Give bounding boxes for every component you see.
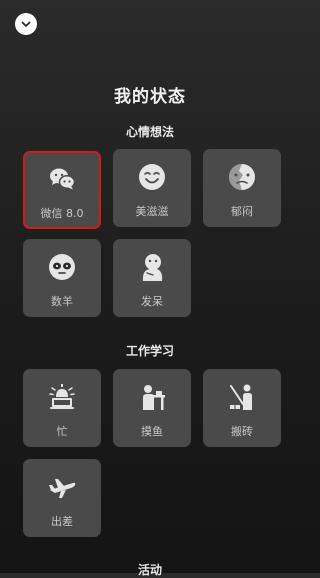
slacking-desk-icon [143,385,165,410]
status-tile-happy[interactable]: 美滋滋 [113,149,191,227]
tile-label: 微信 8.0 [40,207,84,220]
tile-label: 忙 [56,425,68,438]
brick-carrying-icon [230,384,252,410]
alarm-laptop-icon [49,384,75,409]
zoned-out-icon [142,254,163,281]
status-tile-brick-moving[interactable]: 搬砖 [203,369,281,447]
chat-bubbles-icon [50,168,76,190]
page-title: 我的状态 [114,87,186,107]
collapse-button[interactable] [15,13,37,35]
sheep-icon [49,254,75,280]
status-tile-gloomy[interactable]: 郁闷 [203,149,281,227]
status-tile-business-trip[interactable]: 出差 [23,459,101,537]
chevron-down-icon [21,21,31,27]
tile-label: 数羊 [51,295,73,308]
tile-label: 摸鱼 [141,425,163,438]
section-title-activity: 活动 [137,563,162,577]
status-tile-slacking[interactable]: 摸鱼 [113,369,191,447]
smiley-icon [139,164,165,190]
status-tile-counting-sheep[interactable]: 数羊 [23,239,101,317]
tile-label: 郁闷 [231,205,253,218]
airplane-icon [49,479,76,498]
tile-label: 搬砖 [231,425,253,438]
gloomy-face-icon [229,164,255,190]
section-title-work: 工作学习 [125,344,174,358]
tile-label: 出差 [51,515,73,528]
tile-label: 发呆 [141,295,163,308]
status-tile-wechat[interactable]: 微信 8.0 [23,151,101,229]
status-tile-zoned-out[interactable]: 发呆 [113,239,191,317]
status-tile-busy[interactable]: 忙 [23,369,101,447]
tile-label: 美滋滋 [135,205,169,218]
section-title-mood: 心情想法 [125,125,174,139]
